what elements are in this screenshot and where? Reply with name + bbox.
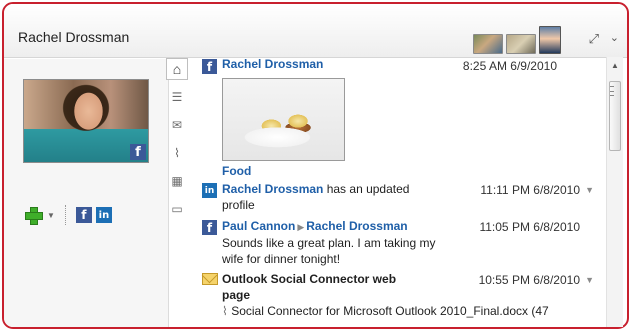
feed-item-from[interactable]: Paul Cannon — [222, 219, 295, 233]
people-pane-header: Rachel Drossman ⤢ ⌄ — [4, 4, 627, 58]
feed-item-name[interactable]: Rachel Drossman — [222, 182, 323, 196]
calendar-icon[interactable]: ▦ — [166, 170, 188, 192]
feed-item-time: 11:05 PM 6/8/2010 — [479, 220, 580, 234]
contact-card: f ▼ f in — [4, 59, 168, 327]
chevron-down-icon[interactable]: ⌄ — [610, 31, 619, 44]
feed-item: f Paul Cannon ▶ Rachel Drossman Sounds lik… — [196, 218, 604, 267]
post-to-arrow-icon: ▶ — [297, 222, 305, 232]
scrollbar-grip-icon — [610, 86, 614, 96]
status-update-icon[interactable]: ▭ — [166, 198, 188, 220]
linkedin-icon: in — [202, 183, 217, 198]
feed-item-name[interactable]: Rachel Drossman — [222, 57, 323, 71]
expand-item-icon[interactable]: ▼ — [585, 185, 594, 195]
paperclip-icon: ⌇ — [222, 304, 228, 318]
activity-tabs: ⌂ ☰ ✉ ⌇ ▦ ▭ — [166, 58, 192, 226]
contact-avatar-3[interactable] — [539, 26, 561, 54]
email-icon — [202, 273, 218, 285]
feed-item: Outlook Social Connector web page 10:55 … — [196, 271, 604, 319]
contact-photo: f — [23, 79, 149, 163]
feed-item-time: 8:25 AM 6/9/2010 — [462, 59, 557, 73]
add-contact-icon[interactable] — [25, 207, 43, 225]
contact-actions: ▼ f in — [25, 205, 112, 225]
photo-caption-link[interactable]: Food — [222, 164, 251, 178]
linkedin-icon[interactable]: in — [95, 207, 112, 223]
feed-item-time: 10:55 PM 6/8/2010 — [478, 273, 580, 287]
feed-item-to[interactable]: Rachel Drossman — [306, 219, 407, 233]
feed-item: in Rachel Drossman has an updated profil… — [196, 181, 604, 213]
scroll-up-icon[interactable]: ▲ — [611, 61, 619, 70]
expand-item-icon[interactable]: ▼ — [585, 275, 594, 285]
facebook-icon[interactable]: f — [75, 207, 92, 223]
feed-item: f Rachel Drossman 8:25 AM 6/9/2010 Food — [196, 57, 604, 178]
feed-item-time: 11:11 PM 6/8/2010 — [480, 183, 580, 197]
activity-feed: f Rachel Drossman 8:25 AM 6/9/2010 Food … — [196, 57, 604, 327]
facebook-badge-icon: f — [130, 144, 146, 160]
feed-item-text: Sounds like a great plan. I am taking my… — [222, 236, 436, 266]
action-separator — [64, 205, 66, 225]
activity-list-icon[interactable]: ☰ — [166, 86, 188, 108]
email-subject[interactable]: Outlook Social Connector web page — [222, 271, 417, 303]
expand-arrows-icon[interactable]: ⤢ — [589, 31, 599, 47]
feed-scrollbar[interactable]: ▲ — [606, 57, 623, 327]
mail-icon[interactable]: ✉ — [166, 114, 188, 136]
attachment-icon[interactable]: ⌇ — [166, 142, 188, 164]
facebook-icon: f — [202, 59, 217, 74]
contact-avatar-strip — [473, 26, 561, 54]
shared-photo-thumbnail[interactable] — [222, 78, 345, 161]
contact-avatar-1[interactable] — [473, 34, 503, 54]
attachment-link[interactable]: Social Connector for Microsoft Outlook 2… — [231, 304, 549, 318]
add-dropdown-caret-icon[interactable]: ▼ — [47, 211, 55, 220]
contact-avatar-2[interactable] — [506, 34, 536, 54]
home-icon[interactable]: ⌂ — [166, 58, 188, 80]
facebook-icon: f — [202, 220, 217, 235]
contact-name[interactable]: Rachel Drossman — [18, 29, 129, 45]
